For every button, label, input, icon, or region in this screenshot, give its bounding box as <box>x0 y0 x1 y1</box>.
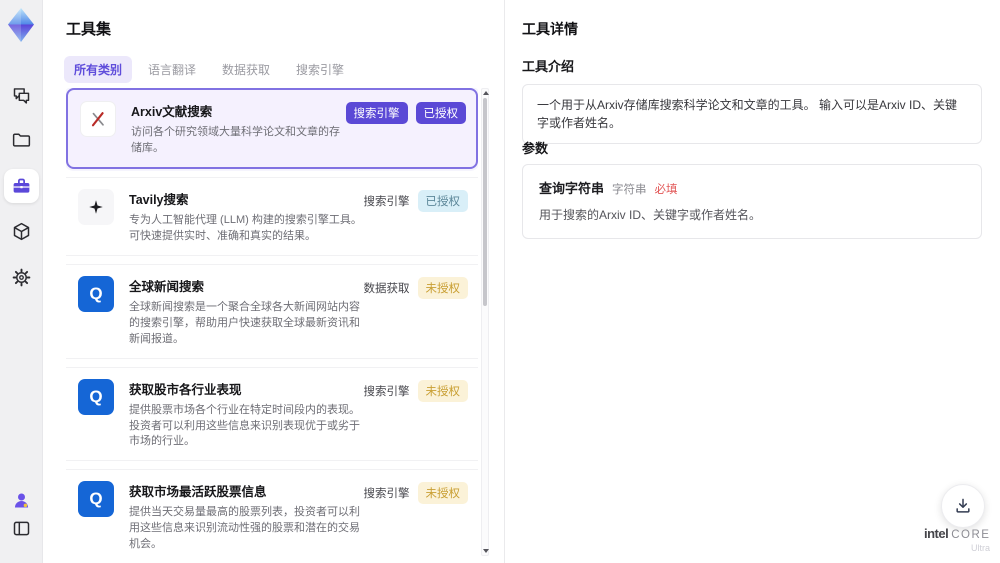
news-q-icon: Q <box>78 275 114 312</box>
tool-description: 专为人工智能代理 (LLM) 构建的搜索引擎工具。可快速提供实时、准确和真实的结… <box>129 213 362 242</box>
app-window: 工具集 所有类别 语言翻译 数据获取 搜索引擎 Arxiv文献搜索 访问各个研究… <box>0 0 1000 563</box>
tool-description: 提供股票市场各个行业在特定时间段内的表现。投资者可以利用这些信息来识别表现优于或… <box>129 403 360 448</box>
scrollbar[interactable] <box>481 88 489 556</box>
intel-wordmark: intel <box>924 526 949 541</box>
param-description: 用于搜索的Arxiv ID、关键字或作者姓名。 <box>539 208 762 222</box>
package-icon[interactable] <box>4 214 39 248</box>
param-box: 查询字符串 字符串 必填 用于搜索的Arxiv ID、关键字或作者姓名。 <box>522 164 982 239</box>
category-tabs: 所有类别 语言翻译 数据获取 搜索引擎 <box>64 56 354 83</box>
arxiv-logo-icon <box>80 101 116 137</box>
tool-name: 获取市场最活跃股票信息 <box>129 485 267 500</box>
param-name: 查询字符串 <box>539 181 605 196</box>
folder-icon[interactable] <box>4 123 39 157</box>
param-required-flag: 必填 <box>654 184 678 196</box>
tool-description: 全球新闻搜索是一个聚合全球各大新闻网站内容的搜索引擎，帮助用户快速获取全球最新资… <box>129 300 360 345</box>
tool-description: 访问各个研究领域大量科学论文和文章的存储库。 <box>131 126 340 154</box>
tab-all-categories[interactable]: 所有类别 <box>64 56 133 83</box>
tool-card-global-news[interactable]: Q 全球新闻搜索 全球新闻搜索是一个聚合全球各大新闻网站内容的搜索引擎，帮助用户… <box>66 263 478 359</box>
params-heading: 参数 <box>522 141 549 156</box>
scroll-up-arrow[interactable] <box>483 91 489 95</box>
scroll-down-arrow[interactable] <box>483 549 489 553</box>
scrollbar-thumb[interactable] <box>483 98 487 306</box>
param-type: 字符串 <box>612 184 647 196</box>
download-icon <box>956 498 970 513</box>
intro-heading: 工具介绍 <box>522 59 575 74</box>
app-logo <box>5 7 37 43</box>
toolbox-icon[interactable] <box>4 169 39 203</box>
panel-toggle-icon[interactable] <box>4 511 39 545</box>
tool-card-arxiv[interactable]: Arxiv文献搜索 访问各个研究领域大量科学论文和文章的存储库。 搜索引擎 已授… <box>66 88 478 169</box>
left-rail <box>0 0 43 563</box>
category-label: 搜索引擎 <box>363 385 410 398</box>
tool-description: 提供当天交易量最高的股票列表，投资者可以利用这些信息来识别流动性强的股票和潜在的… <box>129 506 360 551</box>
settings-icon[interactable] <box>4 260 39 294</box>
download-button[interactable] <box>941 484 985 528</box>
tab-search-engine[interactable]: 搜索引擎 <box>286 56 354 83</box>
category-label: 搜索引擎 <box>363 195 410 208</box>
intel-core-logo: intel CORE Ultra <box>924 525 990 553</box>
news-q-icon: Q <box>78 378 114 415</box>
tool-card-sector-performance[interactable]: Q 获取股市各行业表现 提供股票市场各个行业在特定时间段内的表现。投资者可以利用… <box>66 366 478 462</box>
tool-name: Arxiv文献搜索 <box>131 105 213 119</box>
tool-name: Tavily搜索 <box>129 192 189 207</box>
category-label: 数据获取 <box>363 282 410 295</box>
intro-box: 一个用于从Arxiv存储库搜索科学论文和文章的工具。 输入可以是Arxiv ID… <box>522 84 982 144</box>
tab-language-translation[interactable]: 语言翻译 <box>138 56 206 83</box>
auth-badge: 未授权 <box>417 276 468 299</box>
auth-badge: 未授权 <box>417 379 468 402</box>
ultra-wordmark: Ultra <box>970 542 990 553</box>
news-q-icon: Q <box>78 481 114 518</box>
tool-name: 获取股市各行业表现 <box>129 382 242 397</box>
tool-card-most-active-stocks[interactable]: Q 获取市场最活跃股票信息 提供当天交易量最高的股票列表，投资者可以利用这些信息… <box>66 469 478 563</box>
category-badge: 搜索引擎 <box>345 102 408 124</box>
sparkle-icon <box>78 188 114 225</box>
auth-badge: 未授权 <box>417 482 468 505</box>
category-label: 搜索引擎 <box>363 488 410 501</box>
core-wordmark: CORE <box>951 529 991 541</box>
tool-name: 全球新闻搜索 <box>129 279 205 294</box>
chat-icon[interactable] <box>4 78 39 112</box>
tool-list: Arxiv文献搜索 访问各个研究领域大量科学论文和文章的存储库。 搜索引擎 已授… <box>66 88 478 563</box>
page-title: 工具集 <box>66 21 112 38</box>
tool-detail-panel: 工具详情 工具介绍 一个用于从Arxiv存储库搜索科学论文和文章的工具。 输入可… <box>504 0 1000 563</box>
auth-badge: 已授权 <box>415 102 466 124</box>
auth-badge: 已授权 <box>417 189 468 212</box>
tab-data-fetch[interactable]: 数据获取 <box>212 56 280 83</box>
detail-title: 工具详情 <box>522 21 578 37</box>
tool-card-tavily[interactable]: Tavily搜索 专为人工智能代理 (LLM) 构建的搜索引擎工具。可快速提供实… <box>66 176 478 256</box>
